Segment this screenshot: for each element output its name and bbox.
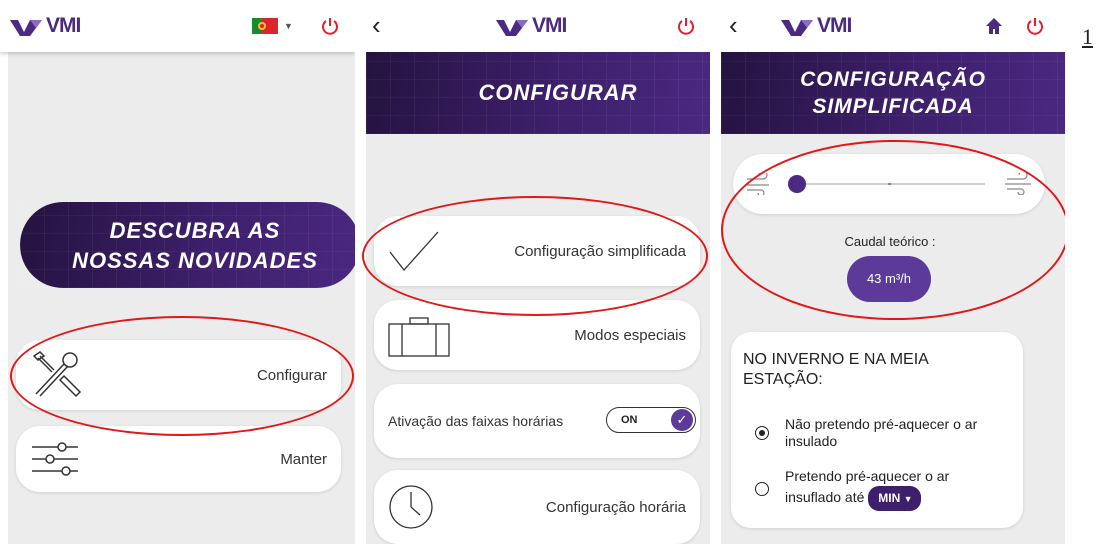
option-preheat-line-1: Pretendo pré-aquecer o ar xyxy=(785,468,950,484)
tools-icon xyxy=(32,351,82,398)
logo-text: VMI xyxy=(46,14,81,37)
chevron-down-icon: ▼ xyxy=(284,21,293,31)
page-number: 1 xyxy=(1082,24,1093,49)
vmi-logo-mark-icon xyxy=(496,20,528,36)
banner-line-1: DESCUBRA AS xyxy=(109,218,281,243)
power-icon[interactable] xyxy=(676,16,696,36)
logo-text: VMI xyxy=(532,14,567,37)
flow-value-badge: 43 m³/h xyxy=(847,256,931,302)
portugal-flag-icon xyxy=(252,18,278,34)
menu-item-label: Configurar xyxy=(256,366,327,384)
preheat-level-select[interactable]: MIN ▼ xyxy=(868,486,921,511)
menu-item-label: Configuração horária xyxy=(545,498,686,516)
toggle-state: ON xyxy=(621,414,638,426)
power-icon[interactable] xyxy=(320,16,340,36)
option-preheat-label: Pretendo pré-aquecer o ar insuflado até … xyxy=(785,466,949,511)
time-slots-label: Ativação das faixas horárias xyxy=(388,413,564,429)
flow-value: 43 m³/h xyxy=(866,271,912,286)
time-slots-toggle-row: Ativação das faixas horárias ON ✓ xyxy=(374,384,700,458)
airflow-slider-card xyxy=(733,154,1045,214)
winter-heading-line-2: ESTAÇÃO: xyxy=(743,371,823,388)
page-title-banner: CONFIGURAÇÃO SIMPLIFICADA xyxy=(721,52,1065,134)
preheat-level-value: MIN xyxy=(878,491,901,505)
flow-label: Caudal teórico : xyxy=(844,234,936,249)
option-no-preheat-label: Não pretendo pré-aquecer o ar insulado xyxy=(785,416,977,450)
vmi-logo: VMI xyxy=(496,14,567,38)
simplified-config-screen: ‹ VMI CONFIGURAÇÃO SIMPLIFICADA Caudal t… xyxy=(715,0,1065,544)
vmi-logo-mark-icon xyxy=(10,20,42,36)
page-title-line-2: SIMPLIFICADA xyxy=(812,95,974,118)
chevron-down-icon: ▼ xyxy=(903,494,913,504)
menu-item-configurar[interactable]: Configurar xyxy=(16,340,341,410)
slider-knob[interactable] xyxy=(787,175,806,193)
radio-no-preheat[interactable] xyxy=(755,426,769,440)
winter-heading-line-1: NO INVERNO E NA MEIA xyxy=(743,351,929,368)
vmi-logo-mark-icon xyxy=(781,20,813,36)
winter-heading: NO INVERNO E NA MEIA ESTAÇÃO: xyxy=(743,350,929,390)
winter-settings-card: NO INVERNO E NA MEIA ESTAÇÃO: Não preten… xyxy=(731,332,1023,528)
option-preheat-line-2: insuflado até xyxy=(785,489,865,506)
option-no-preheat-line-1: Não pretendo pré-aquecer o ar xyxy=(785,416,978,432)
check-icon xyxy=(389,231,439,272)
checkmark-icon: ✓ xyxy=(671,409,693,431)
menu-item-manter[interactable]: Manter xyxy=(16,426,341,492)
home-screen: VMI ▼ DESCUBRA AS NOSSAS NOVIDADES Confi… xyxy=(0,0,355,544)
menu-item-simplified-config[interactable]: Configuração simplificada xyxy=(374,216,700,286)
menu-item-label: Configuração simplificada xyxy=(514,242,686,260)
banner-line-2: NOSSAS NOVIDADES xyxy=(72,248,318,273)
option-no-preheat-line-2: insulado xyxy=(785,433,838,449)
power-icon[interactable] xyxy=(1025,16,1045,36)
page-title-line-1: CONFIGURAÇÃO xyxy=(800,68,986,91)
suitcase-icon xyxy=(388,317,450,357)
page-title-banner: CONFIGURAR xyxy=(366,52,710,134)
time-slots-toggle[interactable]: ON ✓ xyxy=(606,407,696,433)
back-arrow-icon[interactable]: ‹ xyxy=(372,10,381,41)
news-banner[interactable]: DESCUBRA AS NOSSAS NOVIDADES xyxy=(20,202,355,288)
page-title: CONFIGURAR xyxy=(478,80,638,105)
vmi-logo: VMI xyxy=(781,14,852,38)
menu-item-label: Manter xyxy=(280,450,327,468)
configure-screen: ‹ VMI CONFIGURAR Configuração simplifica… xyxy=(360,0,710,544)
menu-item-special-modes[interactable]: Modos especiais xyxy=(374,300,700,370)
slider-tick xyxy=(888,183,891,185)
menu-item-schedule[interactable]: Configuração horária xyxy=(374,470,700,544)
language-selector[interactable]: ▼ xyxy=(252,18,293,34)
home-icon[interactable] xyxy=(985,17,1003,35)
high-wind-icon xyxy=(1005,173,1031,195)
airflow-slider[interactable] xyxy=(787,175,985,193)
sliders-icon xyxy=(32,442,78,476)
radio-preheat[interactable] xyxy=(755,482,769,496)
back-arrow-icon[interactable]: ‹ xyxy=(729,10,738,41)
low-wind-icon xyxy=(747,173,769,195)
vmi-logo: VMI xyxy=(10,14,81,38)
top-bar: VMI ▼ xyxy=(0,0,355,52)
clock-icon xyxy=(389,485,433,529)
menu-item-label: Modos especiais xyxy=(574,326,686,344)
top-bar: ‹ VMI xyxy=(360,0,710,52)
logo-text: VMI xyxy=(817,14,852,37)
top-bar: ‹ VMI xyxy=(715,0,1065,52)
